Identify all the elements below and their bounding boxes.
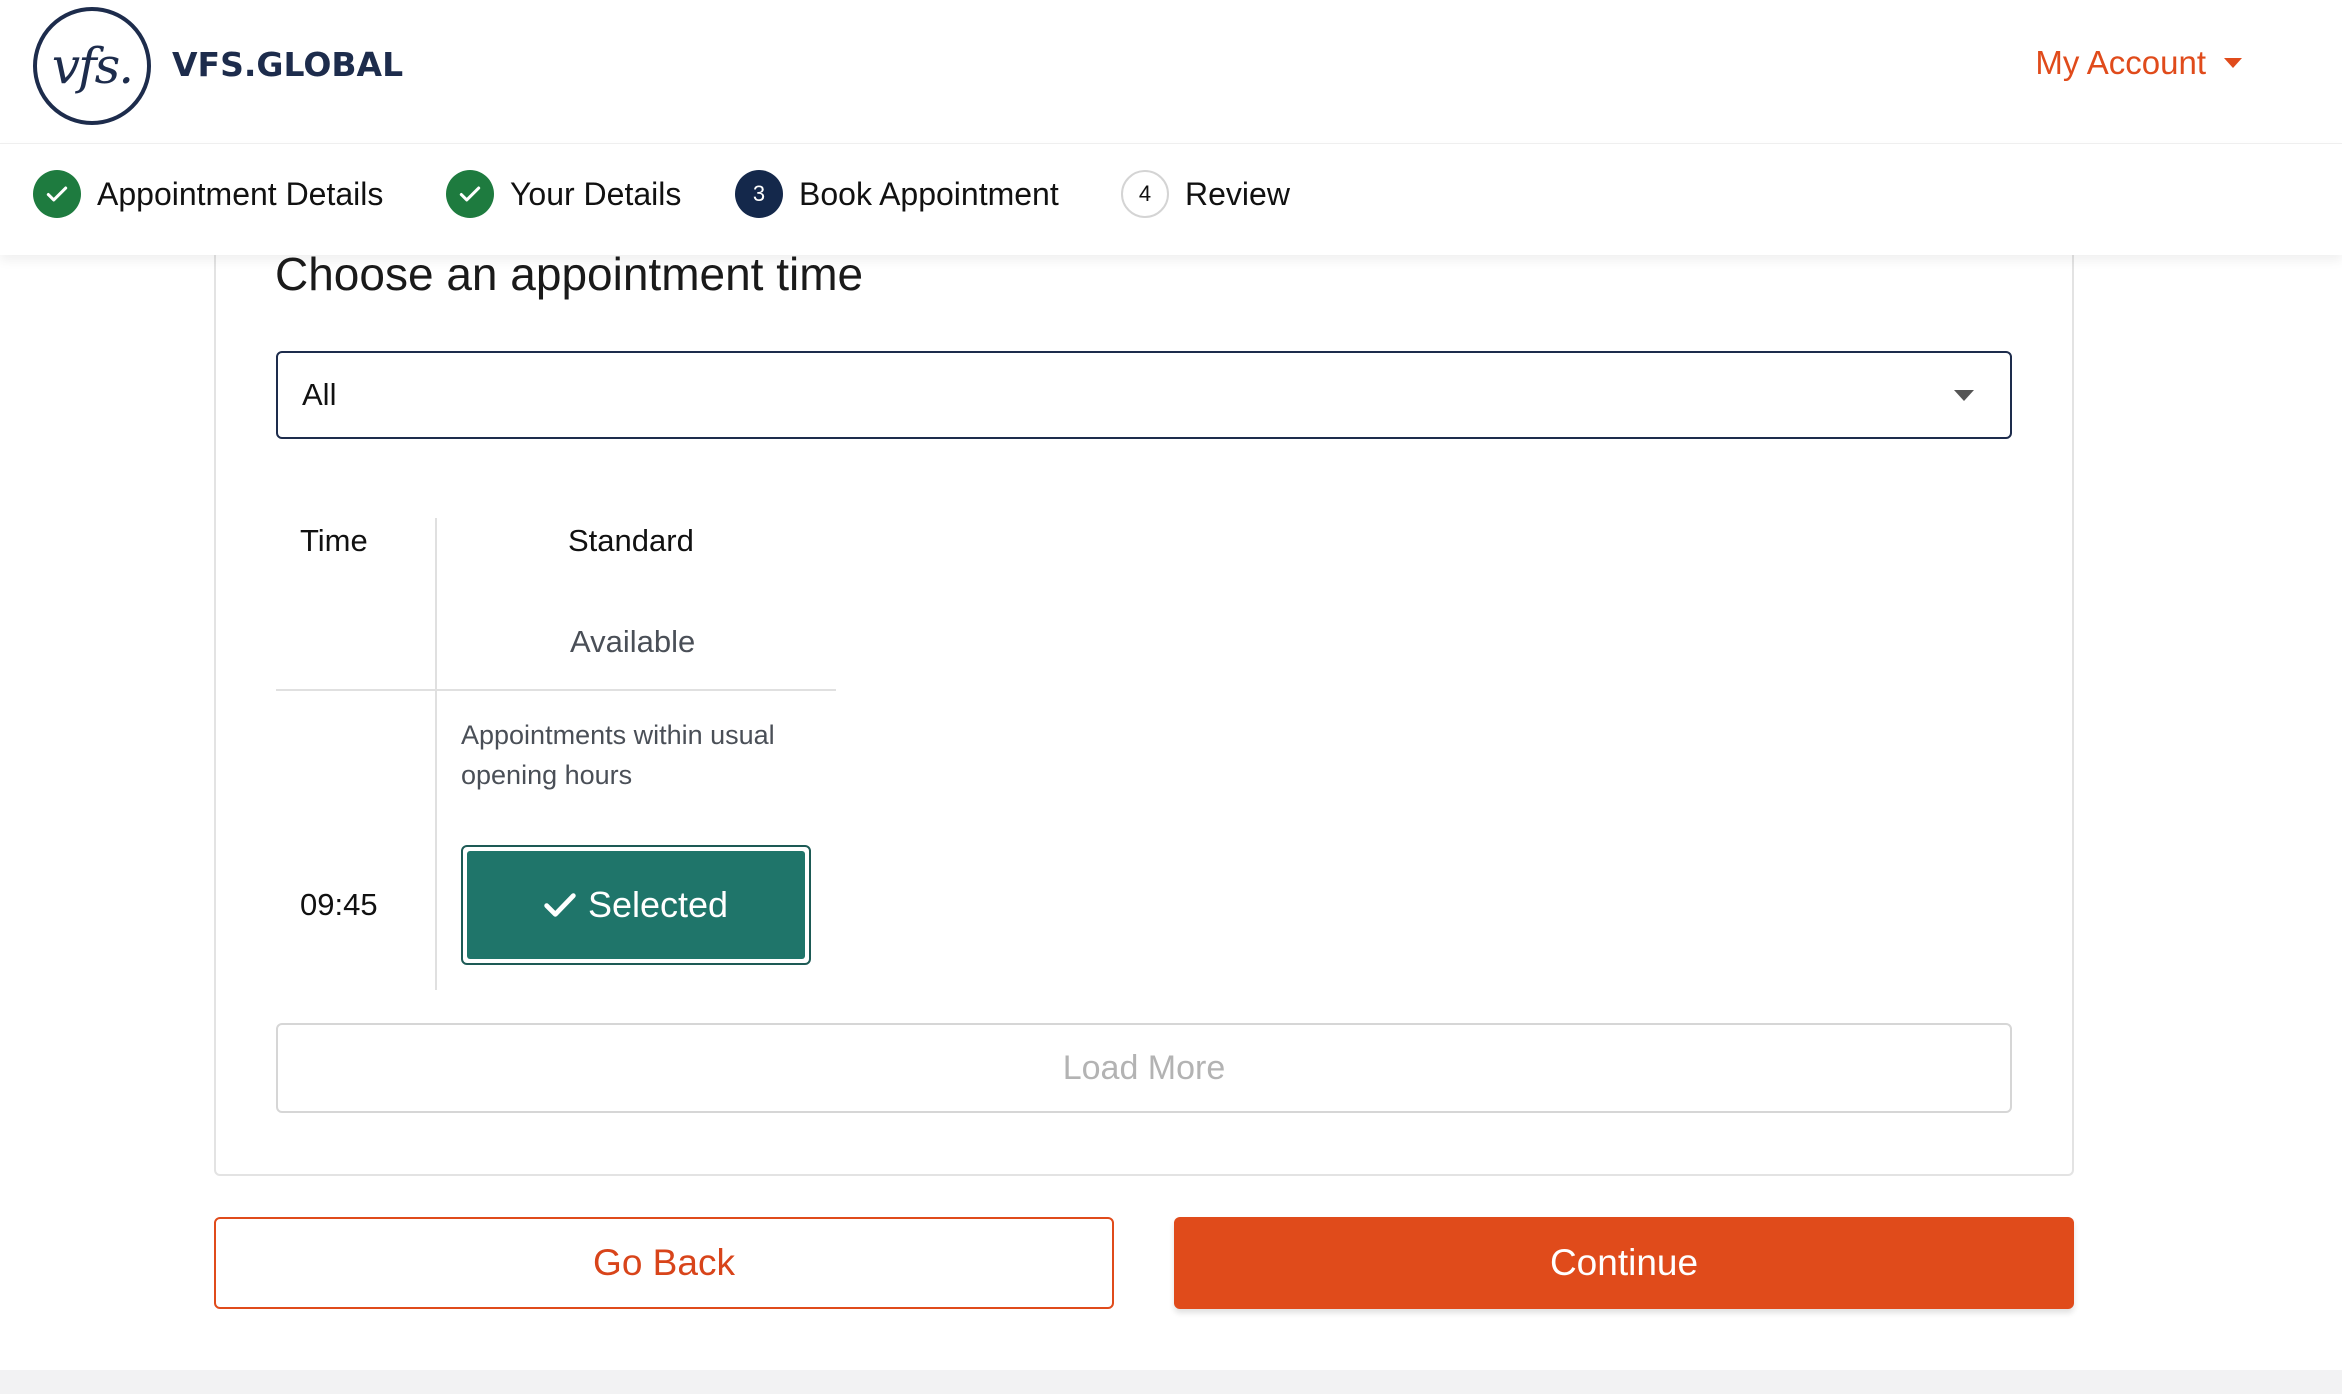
time-filter-value: All	[302, 377, 337, 412]
logo-text: VFS.GLOBAL	[172, 45, 404, 84]
standard-column-header: Standard	[568, 523, 694, 558]
vfs-logo[interactable]: vfs.	[33, 7, 151, 125]
step-review: 4 Review	[1121, 169, 1290, 219]
my-account-menu[interactable]: My Account	[2035, 44, 2242, 82]
load-more-button[interactable]: Load More	[276, 1023, 2012, 1113]
slot-time: 09:45	[300, 887, 378, 922]
go-back-button[interactable]: Go Back	[214, 1217, 1114, 1309]
step-book-appointment: 3 Book Appointment	[735, 169, 1059, 219]
step-number-badge: 4	[1121, 170, 1169, 218]
step-label: Appointment Details	[97, 175, 384, 212]
time-filter-select[interactable]: All	[276, 351, 2012, 439]
chevron-down-icon	[1954, 390, 1974, 401]
slot-label: Selected	[587, 884, 729, 925]
availability-status: Available	[570, 624, 696, 659]
footer-band	[0, 1370, 2342, 1394]
logo-mark: vfs.	[51, 37, 134, 95]
chevron-down-icon	[2224, 58, 2242, 68]
step-your-details: Your Details	[446, 169, 681, 219]
progress-stepper: Appointment Details Your Details 3 Book …	[0, 143, 2342, 255]
top-header: vfs. VFS.GLOBAL My Account	[0, 0, 2342, 142]
table-column-divider	[435, 518, 437, 990]
continue-button[interactable]: Continue	[1174, 1217, 2074, 1309]
time-slot-button[interactable]: Selected	[461, 845, 811, 965]
check-icon	[446, 170, 494, 218]
page-title: Choose an appointment time	[275, 248, 864, 300]
step-label: Review	[1185, 175, 1290, 212]
step-appointment-details: Appointment Details	[33, 169, 383, 219]
category-description: Appointments within usual opening hours	[461, 720, 775, 790]
time-slot-selected: Selected	[467, 851, 805, 959]
check-icon	[544, 893, 576, 917]
step-label: Book Appointment	[799, 175, 1059, 212]
table-header-divider	[276, 689, 836, 691]
my-account-label: My Account	[2035, 44, 2206, 81]
check-icon	[33, 170, 81, 218]
step-label: Your Details	[510, 175, 682, 212]
step-number-badge: 3	[735, 170, 783, 218]
time-column-header: Time	[300, 523, 368, 558]
